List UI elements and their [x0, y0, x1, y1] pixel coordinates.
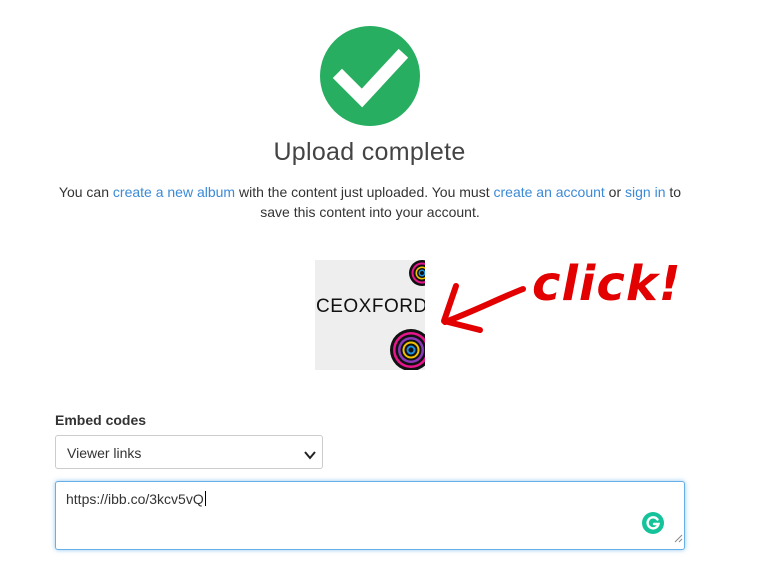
create-album-link[interactable]: create a new album [113, 184, 235, 200]
textarea-value: https://ibb.co/3kcv5vQ [66, 491, 206, 507]
upload-message: You can create a new album with the cont… [48, 182, 692, 222]
embed-codes-select[interactable]: Viewer links [55, 435, 323, 469]
text-caret [204, 491, 206, 506]
embed-code-textarea[interactable]: https://ibb.co/3kcv5vQ [55, 481, 685, 550]
embed-link-text: https://ibb.co/3kcv5vQ [66, 491, 204, 507]
thumbnail-text: CEOXFORD [316, 296, 425, 317]
sign-in-link[interactable]: sign in [625, 184, 665, 200]
chevron-down-icon [304, 447, 316, 465]
success-check-icon [320, 26, 420, 126]
select-value: Viewer links [67, 445, 142, 461]
page-title: Upload complete [273, 138, 466, 166]
click-annotation: click! [430, 240, 700, 355]
embed-codes-label: Embed codes [55, 412, 147, 428]
click-annotation-text: click! [532, 256, 682, 312]
message-text: You can [58, 184, 113, 200]
uploaded-image-thumbnail[interactable]: CEOXFORD [315, 260, 425, 370]
upload-complete-page: Upload complete You can create a new alb… [0, 0, 759, 573]
grammarly-icon[interactable] [642, 512, 664, 534]
create-account-link[interactable]: create an account [494, 184, 605, 200]
resize-handle-icon[interactable] [673, 530, 683, 548]
message-text: or [604, 184, 626, 200]
message-text: with the content just uploaded. You must [235, 184, 494, 200]
